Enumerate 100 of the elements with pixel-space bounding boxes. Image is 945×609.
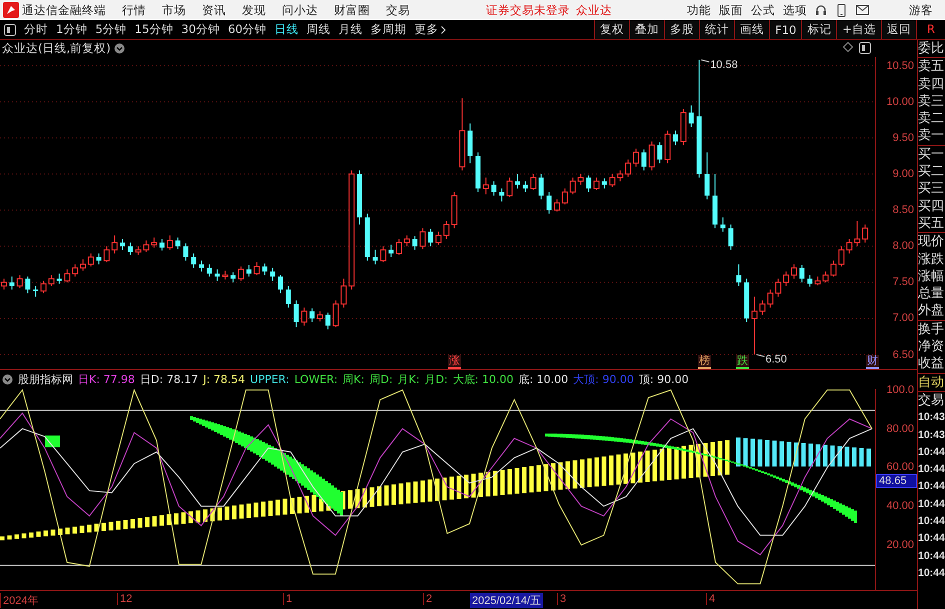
period-tab[interactable]: 周线	[302, 22, 335, 37]
login-notice[interactable]: 证券交易未登录	[486, 2, 570, 18]
candlestick	[175, 237, 180, 250]
period-tab[interactable]: 15分钟	[130, 22, 178, 37]
legend-item: 股朋指标网	[18, 372, 73, 387]
candlestick	[648, 141, 655, 171]
event-marker[interactable]: 跌	[736, 355, 749, 369]
candlestick	[310, 308, 315, 323]
toolbar-button[interactable]: 标记	[801, 20, 836, 39]
quote-label: 卖二	[918, 110, 945, 128]
candlestick	[214, 268, 220, 282]
period-tab[interactable]: 多周期	[366, 22, 411, 37]
period-tab[interactable]: 月线	[334, 22, 367, 37]
period-tab[interactable]: 日线	[270, 22, 303, 37]
period-tab[interactable]: 1分钟	[52, 22, 92, 37]
date-label: 2024年	[0, 593, 38, 608]
menu-item[interactable]: 功能	[687, 2, 711, 18]
candlestick	[862, 224, 868, 244]
trade-label: 10:44	[918, 566, 945, 581]
headset-icon[interactable]	[815, 4, 827, 16]
candlestick	[814, 276, 821, 286]
app-title: 通达信金融终端	[22, 2, 106, 18]
period-tab[interactable]: 60分钟	[224, 22, 271, 37]
candlestick	[64, 268, 70, 283]
stock-name: 众业达	[576, 2, 612, 18]
menu-item[interactable]: 财富圈	[334, 2, 370, 18]
trade-label: 10:44	[918, 479, 945, 494]
candlestick	[1, 278, 7, 290]
candlestick	[633, 148, 639, 168]
candlestick	[712, 174, 718, 229]
menu-item[interactable]: 选项	[783, 2, 807, 18]
menu-item[interactable]: 交易	[386, 2, 410, 18]
panel-toggle-icon[interactable]	[4, 24, 16, 36]
event-marker[interactable]: 榜	[698, 355, 711, 369]
quote-label: 换手	[918, 320, 945, 338]
axis-label: 7.50	[892, 276, 914, 288]
menu-item[interactable]: 资讯	[202, 2, 226, 18]
candlestick	[822, 271, 829, 283]
axis-label: 60.00	[886, 461, 914, 474]
candlestick	[199, 260, 204, 272]
candlestick	[673, 130, 678, 146]
diamond-icon[interactable]	[843, 42, 853, 52]
axis-label: 8.50	[892, 204, 914, 216]
candlestick	[482, 177, 489, 195]
legend-item: 日K: 77.98	[78, 372, 135, 387]
candlestick	[48, 274, 54, 286]
toolbar-button[interactable]: F10	[769, 20, 802, 39]
chart-title: 众业达(日线,前复权)	[2, 41, 111, 56]
candlestick	[791, 264, 797, 280]
candlestick	[546, 192, 552, 214]
candlestick	[506, 177, 513, 198]
panel-toggle-icon[interactable]	[859, 42, 871, 54]
candlestick	[451, 192, 458, 229]
dropdown-icon[interactable]	[114, 43, 125, 54]
toolbar-button[interactable]: +自选	[836, 20, 881, 39]
candlestick	[664, 130, 671, 164]
candlestick	[436, 231, 442, 246]
mail-icon[interactable]	[856, 5, 869, 15]
event-marker[interactable]: 财	[866, 355, 879, 369]
quote-label: 外盘	[918, 302, 945, 320]
candlestick	[325, 312, 330, 330]
toolbar-button[interactable]: 统计	[699, 20, 734, 39]
candlestick	[412, 236, 418, 250]
menu-item[interactable]: 版面	[719, 2, 743, 18]
period-tab[interactable]: 30分钟	[177, 22, 224, 37]
quote-label: 涨跌	[918, 250, 945, 268]
period-tab[interactable]: 分时	[20, 22, 52, 37]
legend-item: 月K:	[398, 372, 420, 387]
phone-icon[interactable]	[837, 4, 846, 16]
r-badge[interactable]: R	[916, 20, 945, 39]
menu-item[interactable]: 行情	[122, 2, 146, 18]
candlestick	[752, 296, 758, 356]
quote-label: 买四	[918, 198, 945, 215]
user-label[interactable]: 游客	[909, 2, 933, 18]
candlestick	[262, 263, 268, 276]
candlestick	[807, 274, 812, 288]
menu-item[interactable]: 公式	[751, 2, 775, 18]
menu-item[interactable]: 问小达	[282, 2, 318, 18]
toolbar-button[interactable]: 多股	[664, 20, 700, 39]
candlestick	[476, 152, 480, 193]
candlestick	[254, 262, 260, 276]
menu-item[interactable]: 发现	[242, 2, 266, 18]
candlestick	[56, 273, 62, 284]
toolbar-button[interactable]: 复权	[594, 20, 630, 39]
menu-item[interactable]: 市场	[162, 2, 186, 18]
toolbar-button[interactable]: 返回	[881, 20, 916, 39]
candlestick	[96, 252, 102, 265]
toolbar-button[interactable]: 叠加	[629, 20, 664, 39]
axis-label: 10.00	[886, 96, 914, 108]
period-tab[interactable]: 更多	[410, 22, 450, 37]
period-tab[interactable]: 5分钟	[91, 22, 131, 37]
toolbar-button[interactable]: 画线	[734, 20, 770, 39]
axis-label: 10.50	[886, 60, 914, 72]
legend-item: 顶: 90.00	[638, 372, 689, 387]
legend-item: 周K:	[342, 372, 364, 387]
dropdown-icon[interactable]	[2, 374, 13, 385]
candlestick	[759, 300, 766, 316]
event-marker[interactable]: 涨	[448, 355, 461, 369]
candlestick	[9, 276, 14, 290]
candlestick	[230, 272, 236, 283]
